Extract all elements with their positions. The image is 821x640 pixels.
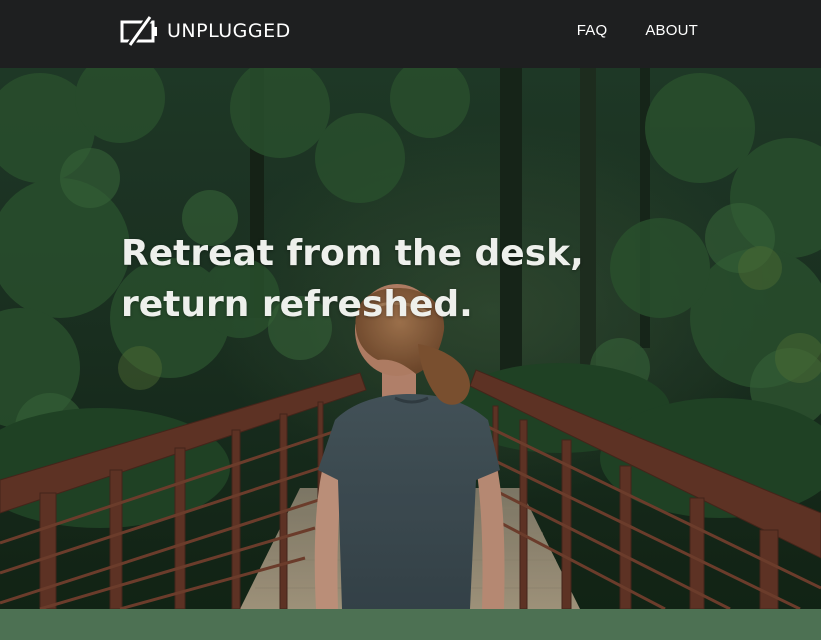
hero-section: Retreat from the desk, return refreshed. (0, 68, 821, 609)
nav-link-about[interactable]: ABOUT (645, 21, 698, 41)
green-section-band (0, 609, 821, 640)
landing-page: UNPLUGGED FAQ ABOUT Retreat from the des… (0, 0, 821, 640)
brand-logo-link[interactable]: UNPLUGGED (120, 14, 291, 48)
hero-headline-line-2: return refreshed. (121, 284, 473, 325)
hero-headline: Retreat from the desk, return refreshed. (121, 228, 641, 330)
brand-name: UNPLUGGED (167, 20, 291, 42)
woman-on-forest-bridge-photo (0, 68, 821, 609)
hero-headline-line-1: Retreat from the desk, (121, 233, 584, 274)
nav-link-faq[interactable]: FAQ (577, 21, 608, 41)
main-nav: FAQ ABOUT (577, 21, 698, 41)
site-header: UNPLUGGED FAQ ABOUT (0, 0, 821, 68)
unplugged-battery-icon (120, 14, 160, 48)
